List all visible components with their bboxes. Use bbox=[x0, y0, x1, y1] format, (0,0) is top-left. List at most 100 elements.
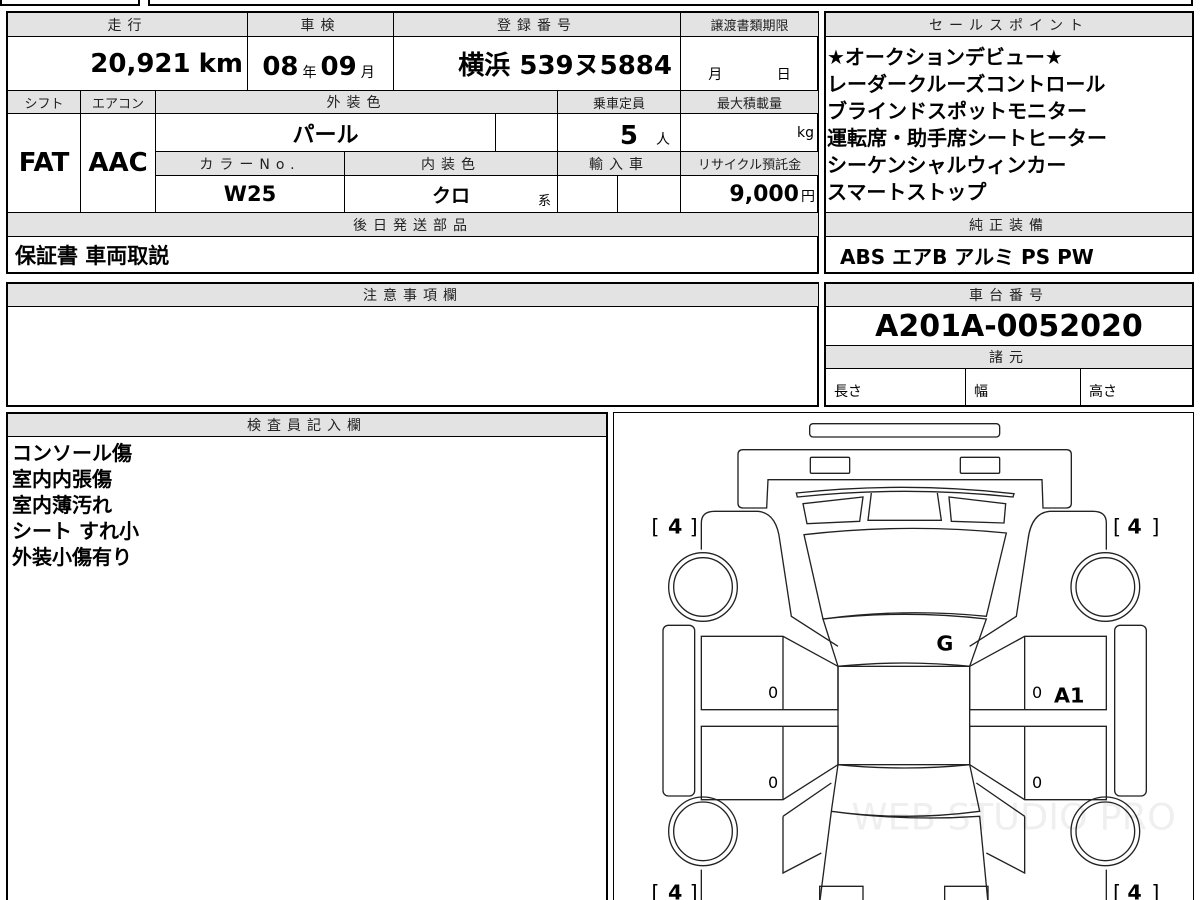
front-fenders bbox=[700, 510, 1107, 647]
mileage-cell: 20,921 km bbox=[7, 36, 248, 91]
sales-points-list: ★オークションデビュー★ レーダークルーズコントロール ブラインドスポットモニタ… bbox=[827, 44, 1107, 206]
ac-header: エアコン bbox=[80, 90, 156, 114]
interior-color-cell: クロ 系 bbox=[344, 175, 558, 213]
mileage-unit: km bbox=[198, 48, 243, 79]
capacity-unit: 人 bbox=[656, 132, 670, 148]
damage-mark-g: G bbox=[936, 631, 953, 655]
tire-depth-front-right: 4 bbox=[1127, 515, 1141, 539]
import-header: 輸入車 bbox=[557, 151, 681, 176]
notes-header: 注意事項欄 bbox=[7, 283, 819, 307]
registration-value: 横浜 539ヌ5884 bbox=[458, 51, 672, 81]
damage-mark-a1: A1 bbox=[1054, 683, 1084, 707]
tire-bracket: ] bbox=[690, 881, 698, 900]
inspector-note: コンソール傷 bbox=[12, 441, 132, 465]
width-cell: 幅 bbox=[965, 368, 1081, 406]
import-cell-2 bbox=[617, 175, 681, 213]
length-cell: 長さ bbox=[825, 368, 966, 406]
sales-point: 運転席・助手席シートヒーター bbox=[827, 126, 1107, 150]
deadline-day: 日 bbox=[776, 67, 791, 83]
door-mark: 0 bbox=[768, 683, 778, 702]
shift-header: シフト bbox=[7, 90, 81, 114]
month-unit: 月 bbox=[360, 65, 375, 81]
roof-front bbox=[822, 613, 988, 668]
windshield bbox=[803, 527, 1008, 620]
roof bbox=[837, 665, 971, 766]
interior-color-header: 内装色 bbox=[344, 151, 558, 176]
recycle-value: 9,000 bbox=[729, 181, 799, 207]
recycle-unit: 円 bbox=[801, 189, 815, 205]
deadline-header: 譲渡書類期限 bbox=[680, 12, 819, 37]
later-parts-value: 保証書 車両取説 bbox=[7, 236, 819, 274]
deadline-cell: 月日 bbox=[680, 36, 819, 91]
chassis-header: 車台番号 bbox=[825, 283, 1193, 307]
capacity-value: 5 bbox=[619, 121, 638, 151]
door-mark: 0 bbox=[768, 773, 778, 792]
max-load-cell: kg bbox=[680, 113, 819, 152]
sales-points-header: セールスポイント bbox=[825, 12, 1193, 37]
inspector-note: 室内内張傷 bbox=[12, 467, 112, 491]
equipment-value: ABS エアB アルミ PS PW bbox=[825, 236, 1193, 274]
hood-edge bbox=[795, 486, 1015, 498]
tire-bracket: ] bbox=[1151, 881, 1159, 900]
mileage-header: 走行 bbox=[7, 12, 248, 37]
recycle-cell: 9,000 円 bbox=[680, 175, 819, 213]
exterior-color-value: パール bbox=[155, 113, 496, 152]
right-side-skirt bbox=[1114, 624, 1147, 797]
left-side-skirt bbox=[662, 624, 696, 797]
door-mark: 0 bbox=[1032, 683, 1042, 702]
sales-point: シーケンシャルウィンカー bbox=[827, 153, 1067, 177]
registration-header: 登録番号 bbox=[393, 12, 681, 37]
front-bumper-bar bbox=[809, 423, 1001, 438]
tire-bracket: [ bbox=[651, 515, 659, 539]
color-no-value: W25 bbox=[155, 175, 345, 213]
max-load-header: 最大積載量 bbox=[680, 90, 819, 114]
capacity-header: 乗車定員 bbox=[557, 90, 681, 114]
hood-panels bbox=[802, 492, 1007, 525]
recycle-header: リサイクル預託金 bbox=[680, 151, 819, 176]
color-no-header: カラーNo. bbox=[155, 151, 345, 176]
exterior-extra-cell bbox=[495, 113, 558, 152]
sales-point: レーダークルーズコントロール bbox=[827, 72, 1106, 96]
import-cell-1 bbox=[557, 175, 618, 213]
mileage-value: 20,921 bbox=[90, 48, 191, 79]
height-cell: 高さ bbox=[1080, 368, 1193, 406]
tire-bracket: ] bbox=[690, 515, 698, 539]
interior-color-value: クロ bbox=[431, 184, 470, 207]
inspector-note: 外装小傷有り bbox=[12, 545, 132, 569]
year-unit: 年 bbox=[302, 65, 317, 81]
sales-point: ブラインドスポットモニター bbox=[827, 99, 1087, 123]
sales-point: スマートストップ bbox=[827, 180, 987, 204]
inspection-header: 車検 bbox=[247, 12, 394, 37]
registration-cell: 横浜 539ヌ5884 bbox=[393, 36, 681, 91]
tire-depth-front-left: 4 bbox=[668, 515, 682, 539]
shift-value: FAT bbox=[7, 113, 81, 213]
tire-bracket: ] bbox=[1151, 515, 1159, 539]
inspection-month: 09 bbox=[320, 52, 357, 82]
exterior-color-header: 外装色 bbox=[155, 90, 558, 114]
tire-bracket: [ bbox=[1113, 881, 1121, 900]
top-partial-box bbox=[0, 0, 140, 6]
door-mark: 0 bbox=[1032, 773, 1042, 792]
capacity-cell: 5人 bbox=[557, 113, 681, 152]
top-partial-box bbox=[148, 0, 1193, 6]
headlight-right bbox=[959, 456, 1001, 474]
inspection-year: 08 bbox=[262, 52, 299, 82]
deadline-month: 月 bbox=[708, 67, 723, 83]
equipment-header: 純正装備 bbox=[825, 212, 1193, 237]
auction-sheet: 走行 車検 登録番号 譲渡書類期限 20,921 km 08 年 09 月 横浜 539… bbox=[0, 0, 1200, 900]
watermark: WEB STUDIO PRO bbox=[851, 796, 1176, 839]
specs-header: 諸元 bbox=[825, 345, 1193, 369]
later-parts-header: 後日発送部品 bbox=[7, 212, 819, 237]
front-bumper bbox=[737, 449, 1072, 509]
tire-depth-rear-left: 4 bbox=[668, 881, 682, 900]
sales-point: ★オークションデビュー★ bbox=[827, 45, 1063, 69]
max-load-unit: kg bbox=[797, 124, 814, 141]
inspector-note: シート すれ小 bbox=[12, 519, 139, 543]
chassis-number: A201A-0052020 bbox=[825, 306, 1193, 346]
inspector-notes: コンソール傷 室内内張傷 室内薄汚れ シート すれ小 外装小傷有り bbox=[12, 440, 139, 570]
inspector-note: 室内薄汚れ bbox=[12, 493, 112, 517]
car-diagram-box: [4] [4] [4] [4] G A1 0 0 0 0 WEB STUDIO … bbox=[613, 412, 1194, 900]
tire-bracket: [ bbox=[1113, 515, 1121, 539]
car-diagram: [4] [4] [4] [4] G A1 0 0 0 0 WEB STUDIO … bbox=[651, 423, 1176, 900]
inspector-header: 検査員記入欄 bbox=[7, 413, 607, 437]
